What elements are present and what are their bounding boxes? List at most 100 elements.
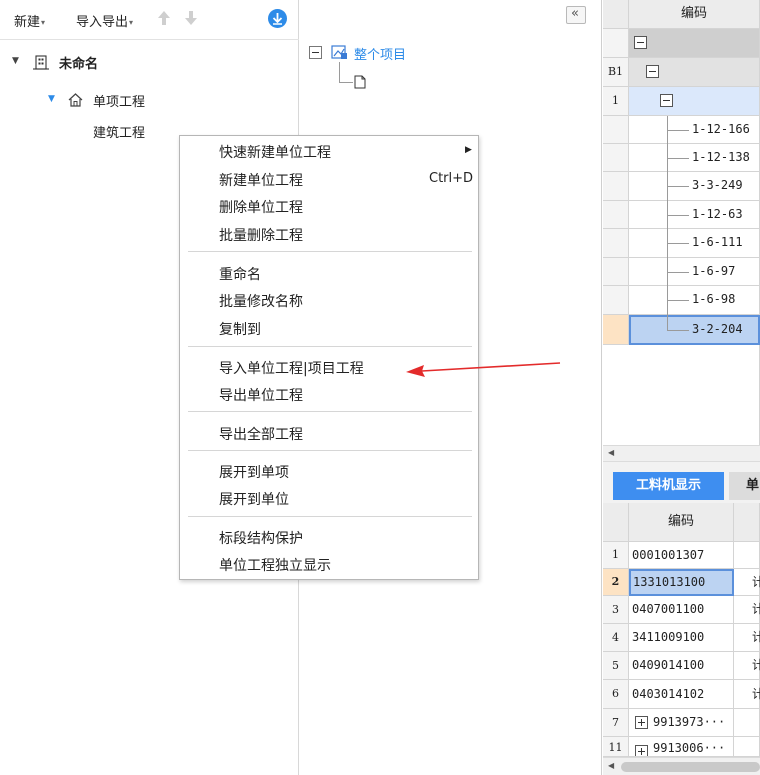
row-number: 3 (603, 596, 629, 624)
grid-row-b1[interactable] (629, 58, 760, 87)
collapse-panel-button[interactable]: « (566, 6, 586, 24)
new-button[interactable]: 新建▾ (14, 11, 45, 30)
menu-item-expand-to-unit[interactable]: 展开到单位 (219, 489, 289, 509)
tab-second[interactable]: 单 (729, 472, 760, 500)
scrollbar-thumb[interactable] (621, 762, 760, 772)
material-extra-cell[interactable]: 计 (734, 680, 760, 709)
material-code-cell[interactable]: 9913006··· (629, 737, 734, 757)
row-number: 6 (603, 680, 629, 709)
menu-item-label: 快速新建单位工程 (219, 145, 331, 161)
import-export-button[interactable]: 导入导出▾ (76, 11, 133, 30)
material-code-cell[interactable]: 9913973··· (629, 709, 734, 737)
material-extra-cell[interactable] (734, 542, 760, 569)
project-folder-icon (331, 45, 347, 59)
menu-item-copy-to[interactable]: 复制到 (219, 319, 261, 339)
material-extra-cell[interactable]: 计 (734, 569, 760, 596)
move-down-icon[interactable] (183, 8, 199, 28)
horizontal-scrollbar[interactable]: ◀ (603, 445, 760, 461)
material-extra-cell[interactable] (734, 737, 760, 757)
grid-row-code[interactable]: 3-3-249 (629, 172, 760, 201)
grid-row-selected[interactable]: 3-2-204 (629, 315, 760, 345)
expand-node-icon[interactable] (635, 745, 648, 756)
menu-separator (188, 450, 472, 451)
collapse-node-icon[interactable] (309, 46, 322, 59)
menu-item-batch-rename[interactable]: 批量修改名称 (219, 291, 303, 311)
material-extra-cell[interactable]: 计 (734, 652, 760, 680)
tree-root-label: 未命名 (59, 57, 99, 72)
grid-header-extra[interactable] (734, 503, 760, 542)
menu-item-label: 标段结构保护 (219, 531, 303, 547)
material-code-cell[interactable]: 0403014102 (629, 680, 734, 709)
tree-unit-label: 建筑工程 (93, 126, 146, 141)
grid-row-code[interactable]: 1-12-138 (629, 144, 760, 172)
tree-connector (667, 186, 689, 187)
tree-connector (667, 330, 689, 331)
tree-connector (667, 130, 689, 131)
material-code-value: 9913006··· (653, 741, 726, 755)
grid-row-code[interactable]: 1-6-98 (629, 286, 760, 315)
menu-item-label: 展开到单项 (219, 465, 289, 481)
material-code-cell[interactable]: 0001001307 (629, 542, 734, 569)
tree-connector (667, 215, 689, 216)
grid-row-1[interactable] (629, 87, 760, 116)
menu-item-export-unit[interactable]: 导出单位工程 (219, 385, 303, 405)
tree-node-unit[interactable]: 建筑工程 (93, 122, 145, 142)
menu-separator (188, 346, 472, 347)
menu-item-delete-unit[interactable]: 删除单位工程 (219, 197, 303, 217)
menu-item-expand-to-project[interactable]: 展开到单项 (219, 462, 289, 482)
menu-item-import-unit[interactable]: 导入单位工程|项目工程 (219, 358, 364, 378)
scroll-left-icon[interactable]: ◀ (608, 448, 614, 457)
code-value: 1-6-97 (692, 264, 736, 278)
tree-connector (667, 272, 689, 273)
code-value: 3-3-249 (692, 178, 743, 192)
material-extra-cell[interactable]: 计 (734, 624, 760, 652)
arrow-down-icon (272, 13, 283, 25)
tree-node-project[interactable]: ▼ 单项工程 (48, 91, 145, 111)
new-button-label: 新建 (14, 15, 41, 30)
grid-row-group[interactable] (629, 29, 760, 58)
material-code-cell[interactable]: 0407001100 (629, 596, 734, 624)
whole-project-label[interactable]: 整个项目 (354, 44, 406, 63)
material-code-cell[interactable]: 3411009100 (629, 624, 734, 652)
menu-item-unit-standalone[interactable]: 单位工程独立显示 (219, 555, 331, 575)
expand-triangle-icon[interactable]: ▼ (48, 94, 55, 104)
collapse-node-icon[interactable] (634, 36, 647, 49)
grid-header-code[interactable]: 编码 (629, 503, 734, 542)
code-value: 1-12-166 (692, 122, 750, 136)
menu-item-section-protect[interactable]: 标段结构保护 (219, 528, 303, 548)
menu-item-new-unit[interactable]: 新建单位工程 (219, 170, 303, 190)
horizontal-scrollbar[interactable]: ◀ (603, 757, 760, 775)
menu-item-quick-new-unit[interactable]: 快速新建单位工程 (219, 142, 331, 162)
row-number: 7 (603, 709, 629, 737)
material-code-cell-selected[interactable]: 1331013100 (629, 569, 734, 596)
grid-row-code[interactable]: 1-12-166 (629, 116, 760, 144)
material-code-cell[interactable]: 0409014100 (629, 652, 734, 680)
menu-item-batch-delete[interactable]: 批量删除工程 (219, 225, 303, 245)
row-number: 1 (603, 542, 629, 569)
menu-item-rename[interactable]: 重命名 (219, 264, 261, 284)
tree-node-root[interactable]: ▼ 未命名 (12, 53, 98, 73)
download-icon[interactable] (268, 9, 287, 28)
expand-triangle-icon[interactable]: ▼ (12, 56, 19, 66)
expand-node-icon[interactable] (635, 716, 648, 729)
collapse-node-icon[interactable] (646, 65, 659, 78)
material-extra-cell[interactable] (734, 709, 760, 737)
menu-item-label: 导入单位工程|项目工程 (219, 361, 364, 377)
material-extra-cell[interactable]: 计 (734, 596, 760, 624)
menu-item-label: 导出全部工程 (219, 427, 303, 443)
tab-material-display[interactable]: 工料机显示 (613, 472, 724, 500)
collapse-node-icon[interactable] (660, 94, 673, 107)
row-number (603, 258, 629, 286)
chevron-down-icon: ▾ (41, 18, 46, 27)
grid-corner (603, 503, 629, 542)
row-number (603, 172, 629, 201)
tree-connector (339, 62, 340, 82)
move-up-icon[interactable] (156, 8, 172, 28)
grid-header-code[interactable]: 编码 (629, 0, 760, 29)
grid-row-code[interactable]: 1-6-111 (629, 229, 760, 258)
grid-row-code[interactable]: 1-6-97 (629, 258, 760, 286)
scroll-left-icon[interactable]: ◀ (608, 761, 614, 770)
row-number (603, 116, 629, 144)
menu-item-export-all[interactable]: 导出全部工程 (219, 424, 303, 444)
grid-row-code[interactable]: 1-12-63 (629, 201, 760, 229)
